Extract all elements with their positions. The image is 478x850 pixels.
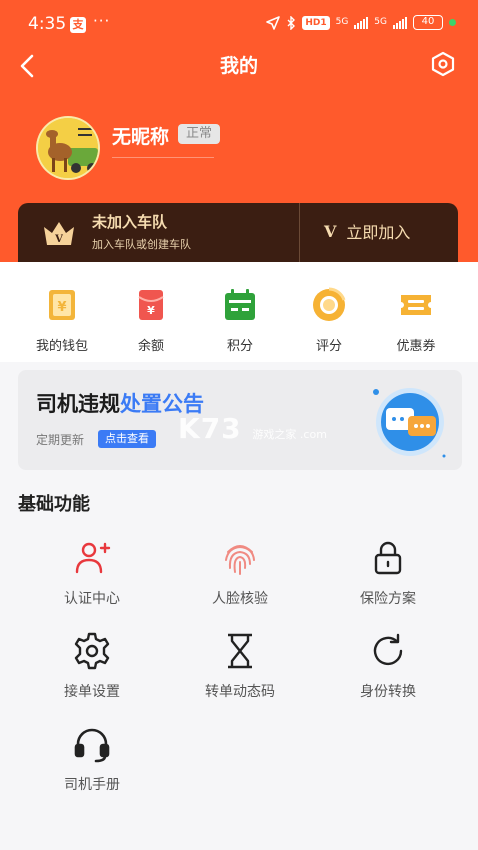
avatar[interactable] [36,116,100,180]
quick-label-wallet: 我的钱包 [35,339,88,354]
refresh-icon [373,633,403,666]
func-identity-switch[interactable]: 身份转换 [328,631,448,701]
func-order-settings[interactable]: 接单设置 [32,631,152,701]
notification-more: ··· [93,12,111,30]
wallet-icon: ¥ [49,290,75,320]
lock-icon [374,541,402,575]
func-label-verification: 认证中心 [64,591,120,607]
svg-text:¥: ¥ [57,300,66,315]
calendar-icon [225,289,255,320]
svg-text:V: V [54,234,63,245]
watermark-main: K73 [178,412,242,445]
watermark-sub: 游戏之家 .com [252,428,327,441]
signal-icon [354,16,369,29]
func-insurance-plan[interactable]: 保险方案 [328,538,448,608]
quick-item-balance[interactable]: ¥ 余额 [111,287,191,354]
bluetooth-icon [287,15,296,30]
settings-icon[interactable] [430,51,456,77]
nickname-underline [112,157,214,158]
notice-title-part1: 司机违规 [36,392,120,416]
coupon-icon [401,295,431,315]
violation-notice-banner[interactable]: 司机违规处置公告 定期更新 点击查看 K73 游戏之家 .com [18,370,462,470]
quick-label-rating: 评分 [315,339,342,354]
page-title: 我的 [219,55,258,77]
func-label-transfer-code: 转单动态码 [205,684,275,700]
network-label-1: 5G [335,17,349,27]
team-card[interactable]: V 未加入车队 加入车队或创建车队 V 立即加入 [18,203,458,262]
signal-icon-2 [393,16,407,29]
status-right: HD1 5G 5G 40 [266,15,456,30]
network-label-2: 5G [374,17,387,27]
rating-icon [313,287,346,321]
join-team-label: 立即加入 [346,223,411,242]
status-dot [449,19,456,26]
chat-bubbles-icon [373,388,446,458]
alipay-icon: 支 [70,17,86,33]
hourglass-icon [228,633,252,669]
battery-icon: 40 [413,15,443,30]
fingerprint-icon [225,545,255,575]
notice-view-button[interactable]: 点击查看 [98,430,156,448]
nickname[interactable]: 无昵称 [112,122,169,149]
header-area: 4:35 支 ··· HD1 5G 5G 40 我的 无昵称 正常 V 未加入车… [0,0,478,262]
quick-label-points: 积分 [226,339,253,354]
quick-item-points[interactable]: 积分 [200,287,280,354]
headset-icon [74,728,110,763]
func-label-insurance: 保险方案 [360,591,416,607]
func-label-manual: 司机手册 [64,777,120,793]
func-label-identity: 身份转换 [360,684,416,700]
func-driver-manual[interactable]: 司机手册 [32,724,152,794]
team-subtitle: 加入车队或创建车队 [92,238,191,251]
func-label-face: 人脸核验 [212,591,268,607]
section-title-basic: 基础功能 [18,494,90,515]
add-user-icon [75,542,111,574]
status-time: 4:35 [28,14,67,34]
vip-v-icon: V [324,221,337,241]
crown-icon: V [44,222,74,245]
func-face-verification[interactable]: 人脸核验 [180,538,300,608]
team-divider [299,203,300,262]
quick-label-balance: 余额 [137,339,164,354]
team-title: 未加入车队 [92,213,168,231]
quick-label-coupon: 优惠券 [396,339,436,354]
func-verification-center[interactable]: 认证中心 [32,538,152,608]
status-bar: 4:35 支 ··· HD1 5G 5G 40 [0,0,478,50]
location-icon [266,15,281,30]
red-packet-icon: ¥ [138,290,164,320]
gear-icon [74,632,110,670]
avatar-image [38,118,98,178]
svg-text:¥: ¥ [147,304,155,317]
hd-badge: HD1 [302,15,330,30]
join-team-button[interactable]: V 立即加入 [324,219,410,243]
status-badge: 正常 [178,124,221,144]
watermark: K73 游戏之家 .com [178,412,327,445]
notice-subtitle: 定期更新 [36,433,85,447]
func-transfer-code[interactable]: 转单动态码 [180,631,300,701]
quick-item-coupon[interactable]: 优惠券 [376,287,456,354]
quick-item-wallet[interactable]: ¥ 我的钱包 [22,287,102,354]
quick-item-rating[interactable]: 评分 [289,287,369,354]
func-label-order-settings: 接单设置 [64,684,120,700]
